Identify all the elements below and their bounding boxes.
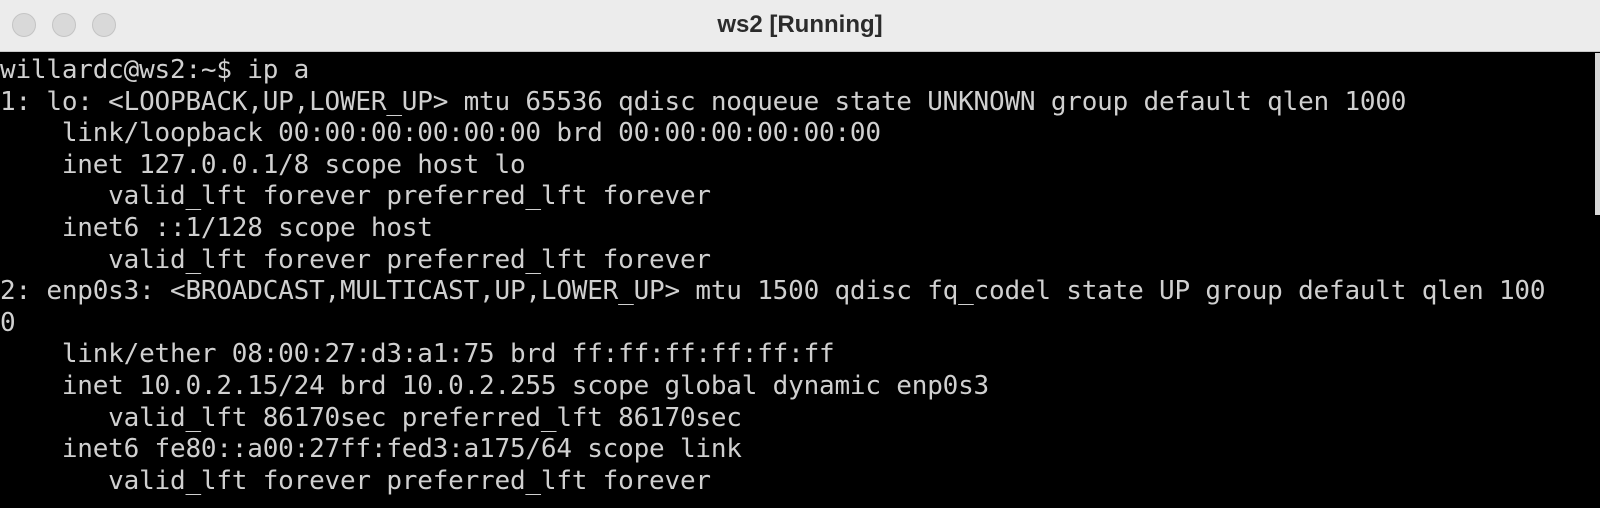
terminal-line: inet 127.0.0.1/8 scope host lo bbox=[0, 149, 526, 180]
terminal-line: link/ether 08:00:27:d3:a1:75 brd ff:ff:f… bbox=[0, 339, 835, 370]
terminal-line: 2: enp0s3: <BROADCAST,MULTICAST,UP,LOWER… bbox=[0, 276, 1546, 307]
terminal-line: 1: lo: <LOOPBACK,UP,LOWER_UP> mtu 65536 … bbox=[0, 86, 1407, 117]
terminal-scrollbar[interactable] bbox=[1595, 53, 1600, 215]
window-title: ws2 [Running] bbox=[717, 11, 883, 38]
terminal-line: valid_lft 86170sec preferred_lft 86170se… bbox=[0, 402, 742, 433]
terminal-line: valid_lft forever preferred_lft forever bbox=[0, 244, 711, 275]
terminal-line: willardc@ws2:~$ ip a bbox=[0, 55, 310, 85]
terminal-line: inet 10.0.2.15/24 brd 10.0.2.255 scope g… bbox=[0, 370, 990, 401]
terminal-line: valid_lft forever preferred_lft forever bbox=[0, 465, 711, 496]
terminal-output: willardc@ws2:~$ ip a 1: lo: <LOOPBACK,UP… bbox=[0, 55, 1600, 497]
terminal-line: valid_lft forever preferred_lft forever bbox=[0, 181, 711, 212]
terminal-line: inet6 ::1/128 scope host bbox=[0, 212, 433, 243]
terminal-line: inet6 fe80::a00:27ff:fed3:a175/64 scope … bbox=[0, 434, 742, 465]
title-bar[interactable]: ws2 [Running] bbox=[0, 0, 1600, 52]
terminal-line: link/loopback 00:00:00:00:00:00 brd 00:0… bbox=[0, 118, 881, 149]
terminal-console[interactable]: willardc@ws2:~$ ip a 1: lo: <LOOPBACK,UP… bbox=[0, 53, 1600, 508]
terminal-line: 0 bbox=[0, 307, 16, 338]
vm-window: ws2 [Running] willardc@ws2:~$ ip a 1: lo… bbox=[0, 0, 1600, 508]
